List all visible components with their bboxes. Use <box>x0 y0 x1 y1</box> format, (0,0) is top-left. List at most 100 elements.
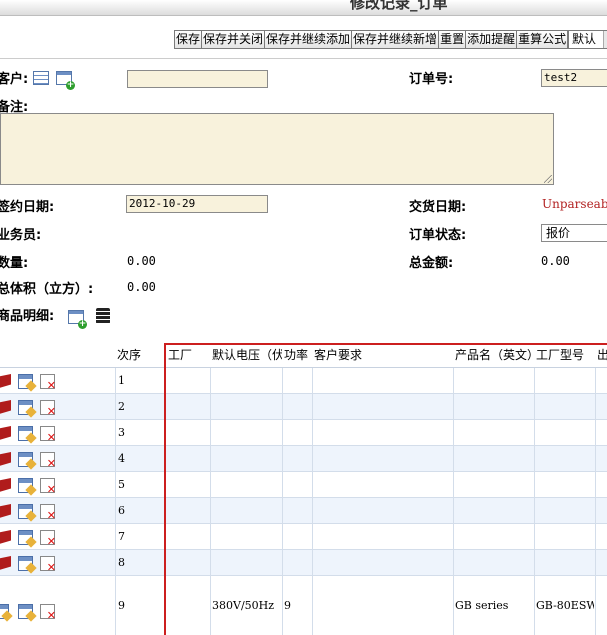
cell-seq[interactable]: 8 <box>118 550 158 576</box>
row-flag-icon[interactable] <box>0 530 11 545</box>
row-list-icon[interactable] <box>0 604 9 619</box>
table-row[interactable]: 7 <box>0 524 607 550</box>
col-divider <box>534 368 535 635</box>
cell-product-name[interactable]: GB series <box>455 576 533 635</box>
order-status-select[interactable]: 报价 <box>541 224 607 242</box>
col-header-more[interactable]: 出 <box>597 343 607 368</box>
cell-seq[interactable]: 3 <box>118 420 158 446</box>
col-header-customer-req[interactable]: 客户要求 <box>314 343 362 368</box>
chevron-down-icon: ▼ <box>603 31 607 48</box>
quantity-value: 0.00 <box>127 254 156 268</box>
row-edit-icon[interactable] <box>18 478 33 493</box>
col-divider <box>312 368 313 635</box>
order-no-label: 订单号: <box>409 72 454 87</box>
row-edit-icon[interactable] <box>18 530 33 545</box>
row-delete-icon[interactable] <box>40 504 56 522</box>
delivery-date-value: Unparseable <box>542 197 607 211</box>
customer-label: 客户: <box>0 72 29 87</box>
row-flag-icon[interactable] <box>0 400 11 415</box>
row-flag-icon[interactable] <box>0 556 11 571</box>
cell-power[interactable]: 9 <box>284 576 310 635</box>
table-row[interactable]: 2 <box>0 394 607 420</box>
sign-date-label: 签约日期: <box>0 200 55 215</box>
quantity-label: 数量: <box>0 256 29 271</box>
add-product-icon[interactable] <box>68 310 87 329</box>
row-flag-icon[interactable] <box>0 504 11 519</box>
delivery-date-label: 交货日期: <box>409 200 467 215</box>
col-header-seq[interactable]: 次序 <box>117 343 141 368</box>
sign-date-input[interactable]: 2012-10-29 <box>126 195 268 213</box>
cell-seq[interactable]: 6 <box>118 498 158 524</box>
col-header-power[interactable]: 功率 <box>284 343 308 368</box>
database-icon[interactable] <box>96 308 110 324</box>
table-row[interactable]: 6 <box>0 498 607 524</box>
col-header-factory-model[interactable]: 工厂型号 <box>536 343 584 368</box>
row-flag-icon[interactable] <box>0 374 11 389</box>
total-volume-value: 0.00 <box>127 280 156 294</box>
cell-seq[interactable]: 4 <box>118 446 158 472</box>
resize-grip-icon[interactable] <box>544 175 552 183</box>
row-edit-icon[interactable] <box>18 426 33 441</box>
order-status-label: 订单状态: <box>409 228 467 243</box>
cell-factory-model[interactable]: GB-80ESW <box>536 576 594 635</box>
table-row[interactable]: 8 <box>0 550 607 576</box>
row-delete-icon[interactable] <box>40 530 56 548</box>
row-edit-icon[interactable] <box>18 400 33 415</box>
salesman-label: 业务员: <box>0 228 42 243</box>
row-edit-icon[interactable] <box>18 556 33 571</box>
row-flag-icon[interactable] <box>0 478 11 493</box>
total-amount-label: 总金额: <box>409 256 454 271</box>
table-row[interactable]: 4 <box>0 446 607 472</box>
row-delete-icon[interactable] <box>40 556 56 574</box>
col-header-product-name[interactable]: 产品名（英文） <box>455 343 539 368</box>
table-row[interactable]: 1 <box>0 368 607 394</box>
col-divider <box>282 368 283 635</box>
row-flag-icon[interactable] <box>0 426 11 441</box>
total-volume-label: 总体积（立方）: <box>0 282 94 297</box>
save-button[interactable]: 保存 <box>174 30 203 49</box>
row-delete-icon[interactable] <box>40 452 56 470</box>
remark-textarea[interactable] <box>0 113 554 185</box>
cell-seq[interactable]: 7 <box>118 524 158 550</box>
add-reminder-button[interactable]: 添加提醒 <box>465 30 518 49</box>
view-select-value: 默认 <box>572 32 597 46</box>
row-edit-icon[interactable] <box>18 504 33 519</box>
customer-list-icon[interactable] <box>33 71 49 85</box>
row-delete-icon[interactable] <box>40 426 56 444</box>
product-grid: 次序 工厂 默认电压（伏 功率 客户要求 产品名（英文） 工厂型号 出 1234… <box>0 343 607 635</box>
col-header-factory[interactable]: 工厂 <box>168 343 192 368</box>
save-and-close-button[interactable]: 保存并关闭 <box>201 30 266 49</box>
save-and-continue-add-button[interactable]: 保存并继续添加 <box>264 30 353 49</box>
order-no-input[interactable]: test2 <box>541 69 607 87</box>
cell-voltage[interactable]: 380V/50Hz <box>212 576 280 635</box>
row-flag-icon[interactable] <box>0 452 11 467</box>
product-detail-label: 商品明细: <box>0 309 55 324</box>
divider <box>0 58 607 59</box>
grid-header: 次序 工厂 默认电压（伏 功率 客户要求 产品名（英文） 工厂型号 出 <box>0 343 607 368</box>
cell-seq[interactable]: 5 <box>118 472 158 498</box>
row-edit-icon[interactable] <box>18 452 33 467</box>
row-delete-icon[interactable] <box>40 478 56 496</box>
col-divider <box>595 368 596 635</box>
table-row[interactable]: 3 <box>0 420 607 446</box>
row-edit-icon[interactable] <box>18 374 33 389</box>
view-select[interactable]: 默认 ▼ <box>568 30 607 49</box>
cell-seq[interactable]: 1 <box>118 368 158 394</box>
table-row[interactable]: 5 <box>0 472 607 498</box>
row-delete-icon[interactable] <box>40 400 56 418</box>
cell-seq[interactable]: 2 <box>118 394 158 420</box>
row-delete-icon[interactable] <box>40 374 56 392</box>
customer-input[interactable] <box>127 70 268 88</box>
reset-button[interactable]: 重置 <box>438 30 467 49</box>
table-row[interactable]: 9380V/50Hz9GB seriesGB-80ESW <box>0 576 607 635</box>
row-edit-icon[interactable] <box>18 604 33 619</box>
cell-seq[interactable]: 9 <box>118 576 158 635</box>
save-and-continue-new-button[interactable]: 保存并继续新增 <box>351 30 440 49</box>
customer-add-icon[interactable] <box>56 71 75 90</box>
frozen-header-divider <box>164 343 607 345</box>
row-delete-icon[interactable] <box>40 604 56 622</box>
recalculate-formula-button[interactable]: 重算公式 <box>516 30 569 49</box>
window-titlebar: 修改记录_订单 <box>0 0 607 16</box>
col-header-voltage[interactable]: 默认电压（伏 <box>212 343 282 368</box>
col-divider <box>210 368 211 635</box>
